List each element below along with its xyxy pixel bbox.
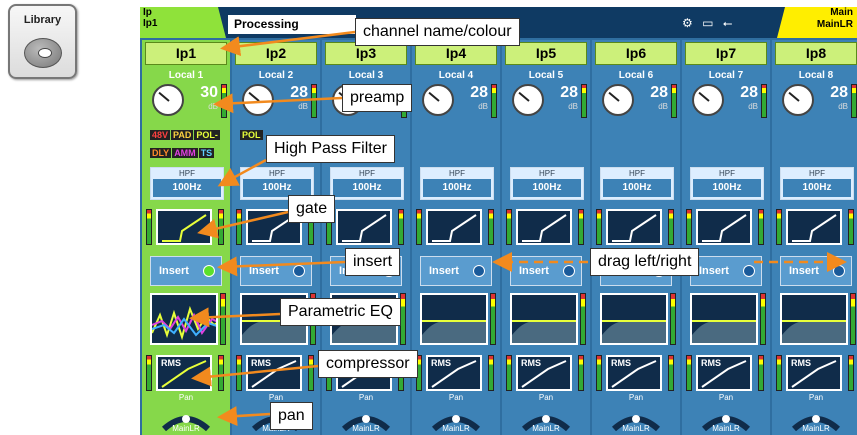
arrow-preamp	[213, 93, 343, 114]
arrow-pan	[217, 406, 271, 427]
arrow-insert	[217, 256, 346, 277]
arrow-peq	[189, 307, 281, 328]
arrow-gate	[197, 210, 289, 239]
arrow-hpf	[217, 158, 267, 187]
arrow-compressor	[191, 364, 319, 387]
callout-arrows	[189, 30, 847, 427]
arrow-channel	[220, 30, 356, 57]
